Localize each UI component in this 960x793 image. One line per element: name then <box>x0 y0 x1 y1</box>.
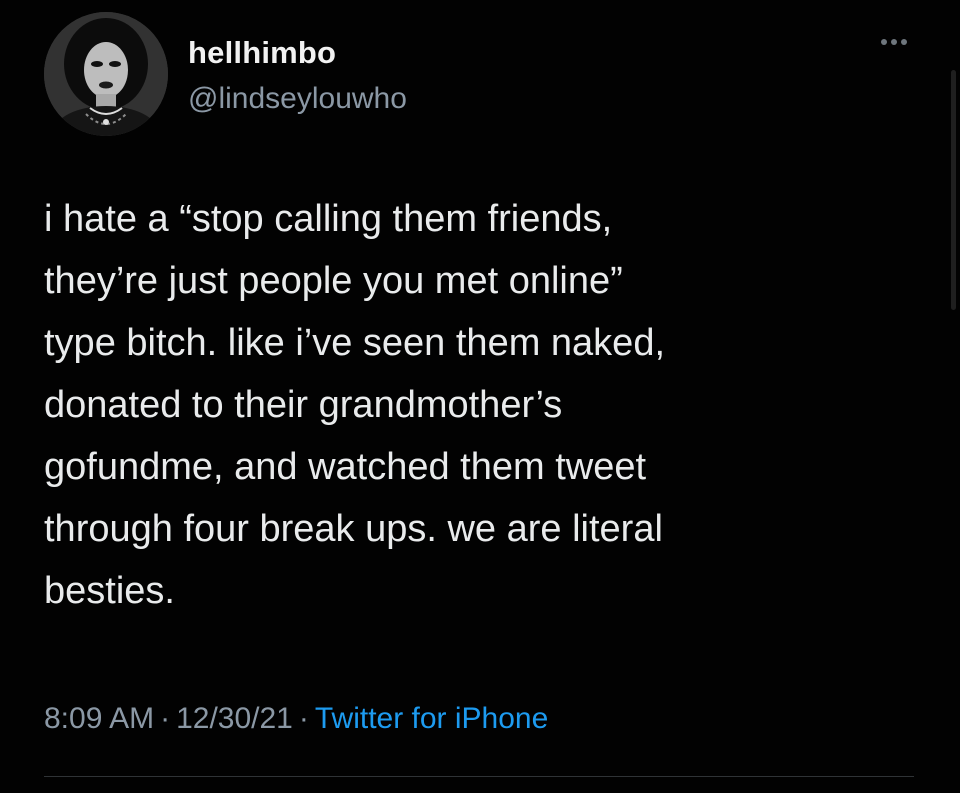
scrollbar[interactable] <box>948 0 960 330</box>
tweet-date[interactable]: 12/30/21 <box>176 702 293 735</box>
avatar[interactable] <box>44 12 168 136</box>
avatar-image <box>44 12 168 136</box>
meta-separator: · <box>160 702 171 735</box>
tweet-card: hellhimbo @lindseylouwho i hate a “stop … <box>0 0 960 793</box>
tweet-time[interactable]: 8:09 AM <box>44 702 154 735</box>
tweet-source-link[interactable]: Twitter for iPhone <box>315 702 548 735</box>
divider <box>44 776 914 777</box>
tweet-text: i hate a “stop calling them friends, the… <box>44 198 666 612</box>
tweet-meta: 8:09 AM · 12/30/21 · Twitter for iPhone <box>44 702 548 736</box>
more-horizontal-icon[interactable] <box>876 30 912 54</box>
meta-separator: · <box>298 702 309 735</box>
scrollbar-thumb[interactable] <box>951 70 956 310</box>
author-display-name[interactable]: hellhimbo <box>188 35 336 71</box>
author-handle[interactable]: @lindseylouwho <box>188 82 407 116</box>
